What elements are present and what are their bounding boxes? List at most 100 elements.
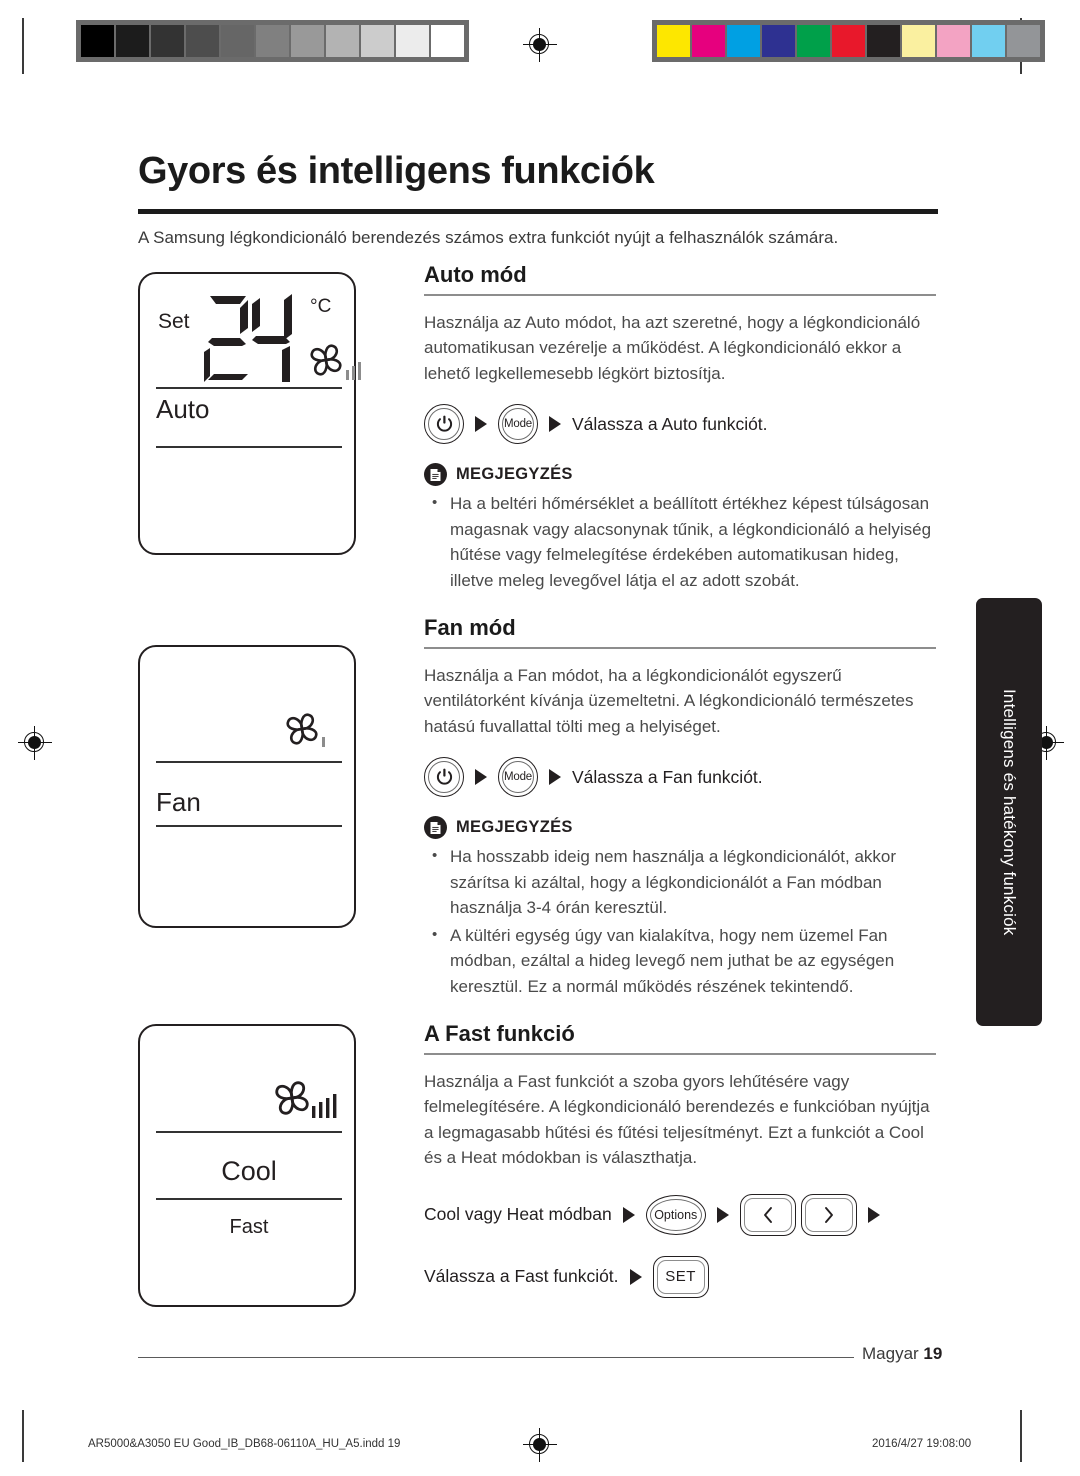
- panel-divider-bottom: [156, 825, 342, 827]
- set-button[interactable]: SET: [652, 1255, 709, 1298]
- imprint-timestamp: 2016/4/27 19:08:00: [872, 1438, 972, 1450]
- color-swatch-1: [116, 25, 149, 57]
- panel-mode-label: Auto: [156, 394, 210, 424]
- section-auto: Auto mód Használja az Auto módot, ha azt…: [424, 262, 936, 593]
- temperature-seven-segment: [202, 292, 308, 389]
- note-block-auto: MEGJEGYZÉS Ha a beltéri hőmérséklet a be…: [424, 463, 936, 593]
- step-instruction: Válassza a Fast funkciót.: [424, 1266, 619, 1287]
- arrow-right-icon: [549, 769, 561, 786]
- fan-pinwheel-icon: [280, 707, 332, 758]
- panel-divider-bottom: [156, 446, 342, 448]
- options-button[interactable]: Options: [645, 1194, 706, 1235]
- panel-mode-label: Cool: [221, 1156, 277, 1186]
- note-title: MEGJEGYZÉS: [456, 818, 573, 837]
- section-body: Használja a Fan módot, ha a légkondicion…: [424, 665, 914, 736]
- arrow-right-icon: [716, 1206, 729, 1223]
- section-fast: A Fast funkció Használja a Fast funkciót…: [424, 1021, 936, 1299]
- display-panel-cool: Cool Fast: [138, 1024, 356, 1307]
- chapter-side-tab: Intelligens és hatékony funkciók: [976, 598, 1042, 1026]
- set-label: Set: [158, 310, 190, 333]
- note-document-icon: [424, 816, 447, 840]
- mode-button[interactable]: Mode: [498, 757, 538, 798]
- color-swatch-2: [727, 25, 760, 57]
- chevron-right-icon: [824, 1206, 833, 1223]
- power-icon: [436, 768, 452, 785]
- step-instruction: Válassza a Auto funkciót.: [572, 413, 768, 434]
- display-panel-fan: Fan: [138, 645, 356, 928]
- note-document-icon: [424, 463, 447, 487]
- color-swatch-6: [867, 25, 900, 57]
- footer-page-indicator: Magyar 19: [862, 1344, 942, 1364]
- section-divider: [424, 294, 936, 296]
- fan-pinwheel-icon: [268, 1076, 340, 1131]
- color-swatch-5: [256, 25, 289, 57]
- page-intro: A Samsung légkondicionáló berendezés szá…: [138, 228, 839, 247]
- footer-page-number: 19: [923, 1344, 943, 1363]
- chevron-left-icon: [763, 1206, 772, 1223]
- chapter-side-tab-label: Intelligens és hatékony funkciók: [1000, 688, 1019, 936]
- set-button-label: SET: [665, 1268, 696, 1286]
- registration-target-icon: [523, 1428, 557, 1462]
- section-heading: Fan mód: [424, 615, 516, 641]
- step-row-fast-options: Cool vagy Heat módban Options: [424, 1193, 936, 1237]
- power-button[interactable]: [424, 404, 464, 445]
- section-heading: Auto mód: [424, 262, 527, 287]
- color-swatch-7: [902, 25, 935, 57]
- panel-divider-bottom: [156, 1198, 342, 1200]
- section-divider: [424, 647, 936, 649]
- arrow-right-icon: [475, 769, 487, 786]
- color-swatch-9: [972, 25, 1005, 57]
- display-panel-auto: Set °C Auto: [138, 272, 361, 555]
- color-swatch-4: [797, 25, 830, 57]
- options-button-label: Options: [654, 1207, 698, 1222]
- section-divider: [424, 1053, 936, 1055]
- color-swatch-6: [291, 25, 324, 57]
- footer-divider: [138, 1357, 854, 1359]
- grayscale-wedge: [76, 20, 469, 62]
- step-row-fan: Mode Válassza a Fan funkciót.: [424, 755, 936, 799]
- mode-button[interactable]: Mode: [498, 404, 538, 445]
- panel-divider-top: [156, 1131, 342, 1133]
- step-row-fast-set: Válassza a Fast funkciót. SET: [424, 1255, 936, 1299]
- note-list: Ha hosszabb ideig nem használja a légkon…: [424, 843, 936, 999]
- page-title: Gyors és intelligens funkciók: [138, 150, 655, 192]
- note-list: Ha a beltéri hőmérséklet a beállított ér…: [424, 490, 936, 593]
- title-divider: [138, 209, 938, 214]
- power-icon: [436, 415, 452, 432]
- color-swatch-8: [937, 25, 970, 57]
- power-button[interactable]: [424, 757, 464, 798]
- color-swatch-5: [832, 25, 865, 57]
- crop-mark-bottom-left: [22, 1410, 24, 1462]
- navigation-key-pair: [739, 1193, 857, 1236]
- mode-button-label: Mode: [504, 418, 532, 431]
- content-column: Auto mód Használja az Auto módot, ha azt…: [424, 262, 936, 1299]
- panel-submode-label: Fast: [229, 1216, 269, 1238]
- seven-segment-24-icon: [204, 294, 292, 382]
- arrow-right-icon: [549, 416, 561, 433]
- color-swatch-0: [657, 25, 690, 57]
- section-heading: A Fast funkció: [424, 1021, 575, 1047]
- color-swatch-0: [81, 25, 114, 57]
- chevron-left-button[interactable]: [739, 1193, 796, 1236]
- chevron-right-button[interactable]: [800, 1193, 857, 1236]
- step-row-auto: Mode Válassza a Auto funkciót.: [424, 402, 936, 446]
- color-swatch-10: [431, 25, 464, 57]
- note-block-fan: MEGJEGYZÉS Ha hosszabb ideig nem használ…: [424, 816, 936, 999]
- note-header: MEGJEGYZÉS: [424, 816, 936, 840]
- section-fan: Fan mód Használja a Fan módot, ha a légk…: [424, 615, 936, 999]
- panel-divider-top: [156, 761, 342, 763]
- color-swatch-4: [221, 25, 254, 57]
- color-swatch-1: [692, 25, 725, 57]
- crop-mark-bottom-right: [1020, 1410, 1022, 1462]
- temperature-unit: °C: [310, 296, 332, 317]
- color-control-bar: [652, 20, 1045, 62]
- manual-page: Gyors és intelligens funkciók A Samsung …: [0, 92, 1080, 1382]
- mode-button-label: Mode: [504, 771, 532, 784]
- arrow-right-icon: [867, 1206, 880, 1223]
- step-instruction: Válassza a Fan funkciót.: [572, 766, 763, 787]
- fan-pinwheel-icon: [306, 340, 364, 389]
- imprint-filename: AR5000&A3050 EU Good_IB_DB68-06110A_HU_A…: [88, 1438, 401, 1450]
- registration-target-icon: [523, 28, 557, 62]
- note-header: MEGJEGYZÉS: [424, 463, 936, 487]
- color-swatch-8: [361, 25, 394, 57]
